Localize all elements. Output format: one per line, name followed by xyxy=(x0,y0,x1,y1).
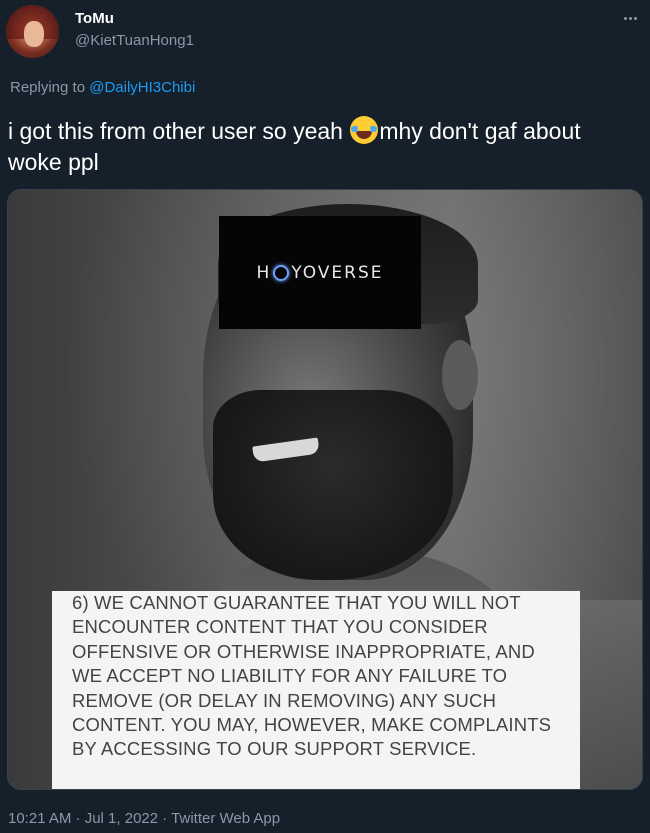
dot-icon xyxy=(623,16,627,20)
more-options-button[interactable] xyxy=(618,8,642,28)
replying-to-line: Replying to @DailyHI3Chibi xyxy=(10,79,195,96)
terms-notice-text: 6) WE CANNOT GUARANTEE THAT YOU WILL NOT… xyxy=(72,592,552,760)
hoyoverse-logo: H YOVERSE xyxy=(256,263,383,283)
logo-text-start: H xyxy=(256,262,272,283)
tweet-text-part1: i got this from other user so yeah xyxy=(8,118,350,144)
hoyoverse-logo-box: H YOVERSE xyxy=(219,216,421,329)
logo-ring-icon xyxy=(273,264,290,281)
display-name[interactable]: ToMu xyxy=(75,10,114,27)
avatar-face xyxy=(24,21,44,47)
reply-mention-link[interactable]: @DailyHI3Chibi xyxy=(89,79,195,96)
photo-ear xyxy=(442,340,478,410)
terms-notice-box: 6) WE CANNOT GUARANTEE THAT YOU WILL NOT… xyxy=(52,591,580,789)
dot-icon xyxy=(628,16,632,20)
face-with-tears-of-joy-icon xyxy=(350,116,379,144)
reply-prefix: Replying to xyxy=(10,79,86,96)
tweet-timestamp[interactable]: 10:21 AM · Jul 1, 2022 · Twitter Web App xyxy=(8,810,280,827)
dot-icon xyxy=(633,16,637,20)
photo-beard xyxy=(213,390,453,580)
avatar[interactable] xyxy=(6,5,59,58)
tweet-text: i got this from other user so yeah mhy d… xyxy=(8,116,638,178)
logo-text-end: YOVERSE xyxy=(291,262,384,283)
tweet-media-image[interactable]: H YOVERSE 6) WE CANNOT GUARANTEE THAT YO… xyxy=(7,189,643,790)
user-handle[interactable]: @KietTuanHong1 xyxy=(75,32,194,49)
